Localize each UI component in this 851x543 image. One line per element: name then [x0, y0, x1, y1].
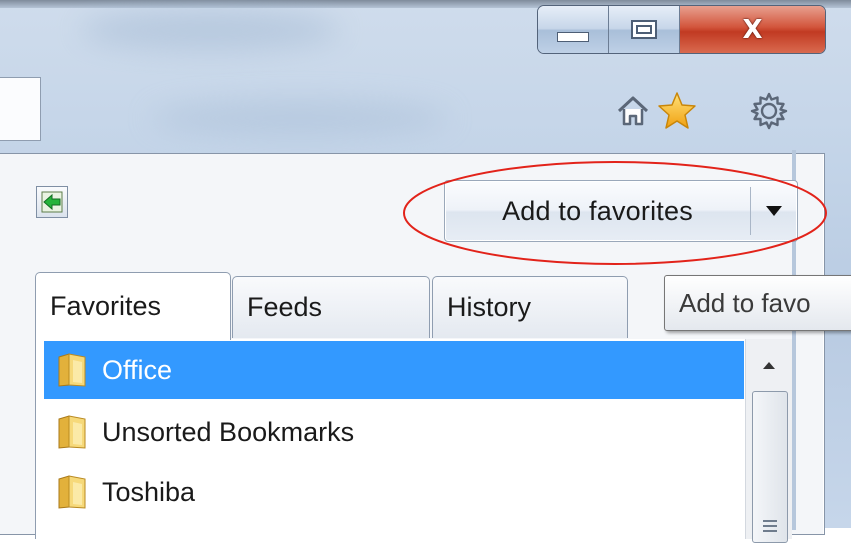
- folder-icon: [58, 475, 86, 509]
- pin-favorites-center-button[interactable]: [36, 186, 68, 218]
- list-item-toshiba[interactable]: Toshiba: [44, 463, 744, 521]
- add-to-favorites-label: Add to favorites: [502, 195, 693, 226]
- maximize-icon: [631, 20, 657, 39]
- home-button[interactable]: [612, 90, 654, 132]
- folder-icon: [58, 415, 86, 449]
- chevron-down-icon: [766, 206, 782, 216]
- tooltip: Add to favo: [664, 275, 851, 331]
- tools-button[interactable]: [748, 90, 790, 132]
- star-icon: [658, 92, 696, 129]
- home-icon: [617, 96, 649, 126]
- favorites-star-button[interactable]: [656, 90, 698, 132]
- add-to-favorites-button[interactable]: Add to favorites: [444, 180, 798, 242]
- tab-favorites[interactable]: Favorites: [35, 272, 231, 340]
- address-bar[interactable]: [0, 77, 41, 141]
- gear-icon: [750, 92, 788, 130]
- frame-glass-reflection: [80, 10, 340, 50]
- close-icon: X: [742, 14, 763, 45]
- scroll-thumb[interactable]: [752, 391, 788, 543]
- tab-history[interactable]: History: [432, 276, 628, 338]
- scroll-up-button[interactable]: [746, 339, 792, 391]
- chevron-up-icon: [763, 361, 775, 369]
- maximize-button[interactable]: [609, 6, 680, 53]
- list-item-label: Toshiba: [102, 476, 196, 507]
- grip-line: [763, 530, 777, 532]
- list-item-label: Office: [102, 354, 173, 385]
- grip-line: [763, 525, 777, 527]
- tab-favorites-label: Favorites: [50, 291, 162, 321]
- list-item-label: Unsorted Bookmarks: [102, 416, 355, 447]
- pin-favorites-center-icon: [41, 191, 63, 213]
- tab-feeds[interactable]: Feeds: [232, 276, 430, 338]
- list-scrollbar[interactable]: [745, 339, 792, 543]
- folder-icon: [58, 353, 86, 387]
- list-item-office[interactable]: Office: [44, 341, 744, 399]
- grip-line: [763, 520, 777, 522]
- tab-feeds-label: Feeds: [247, 292, 323, 322]
- minimize-icon: [557, 31, 589, 42]
- minimize-button[interactable]: [538, 6, 609, 53]
- frame-glass-reflection: [150, 100, 450, 136]
- window-caption-buttons: X: [537, 5, 826, 54]
- favorites-list: Office Unsorted Bookmarks Toshiba: [35, 339, 792, 539]
- add-to-favorites-dropdown[interactable]: [751, 181, 797, 241]
- list-item-unsorted-bookmarks[interactable]: Unsorted Bookmarks: [44, 403, 744, 461]
- tab-history-label: History: [447, 292, 532, 322]
- close-button[interactable]: X: [680, 6, 825, 53]
